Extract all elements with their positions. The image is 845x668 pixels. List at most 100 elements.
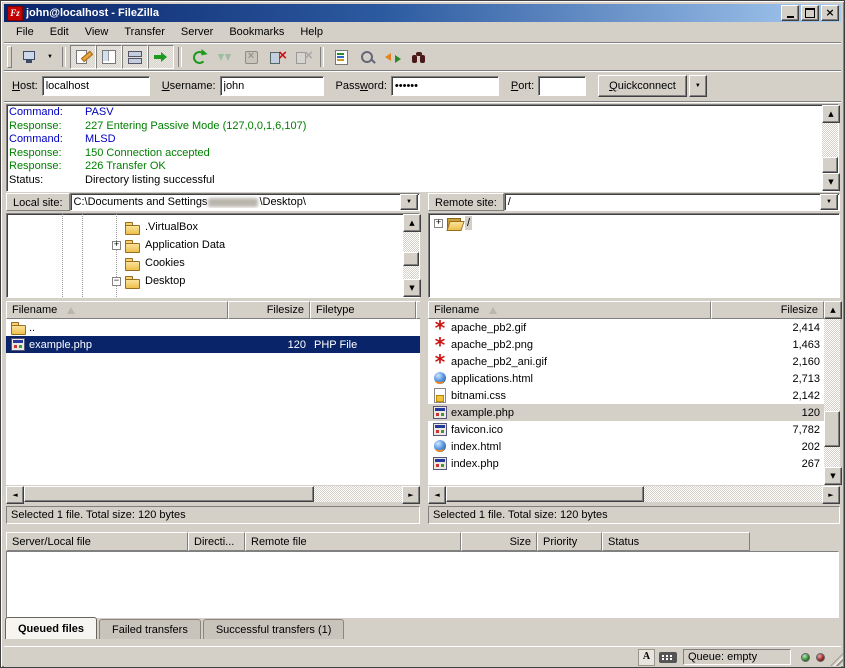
toggle-remote-tree-button[interactable] xyxy=(122,45,148,69)
scroll-right-icon[interactable]: ► xyxy=(822,486,840,504)
remote-file-row[interactable]: favicon.ico 7,782 xyxy=(428,421,824,438)
tree-expander[interactable] xyxy=(112,277,121,286)
maximize-button[interactable] xyxy=(801,5,819,21)
toggle-queue-button[interactable] xyxy=(148,45,174,69)
tree-item[interactable]: Cookies xyxy=(7,254,403,272)
queue-column-header[interactable]: Priority xyxy=(537,532,602,551)
scroll-thumb[interactable] xyxy=(822,157,838,173)
scroll-thumb[interactable] xyxy=(446,486,644,502)
tree-item-label: .VirtualBox xyxy=(143,220,200,234)
window-title: john@localhost - FileZilla xyxy=(26,7,779,19)
tree-item[interactable]: / xyxy=(429,214,839,232)
log-vertical-scrollbar[interactable]: ▲ ▼ xyxy=(822,105,838,191)
scroll-up-icon[interactable]: ▲ xyxy=(822,105,840,123)
username-input[interactable] xyxy=(220,76,324,96)
queue-tab[interactable]: Failed transfers xyxy=(99,619,201,639)
scroll-thumb[interactable] xyxy=(824,411,840,447)
cancel-operation-button[interactable] xyxy=(238,45,264,69)
scroll-thumb[interactable] xyxy=(24,486,314,502)
remote-file-row[interactable]: index.php 267 xyxy=(428,455,824,472)
remote-list-vertical-scrollbar[interactable]: ▲ ▼ xyxy=(824,301,840,485)
tree-item[interactable]: Desktop xyxy=(7,272,403,290)
host-input[interactable] xyxy=(42,76,150,96)
queue-column-header[interactable]: Server/Local file xyxy=(6,532,188,551)
local-tree-vertical-scrollbar[interactable]: ▲ ▼ xyxy=(403,214,419,297)
scroll-right-icon[interactable]: ► xyxy=(402,486,420,504)
queue-column-header[interactable]: Directi... xyxy=(188,532,245,551)
queue-tab[interactable]: Successful transfers (1) xyxy=(203,619,345,639)
local-horizontal-scrollbar[interactable]: ◄ ► xyxy=(6,486,420,502)
toolbar-grip[interactable] xyxy=(7,46,12,68)
scroll-thumb[interactable] xyxy=(403,252,419,266)
menu-item[interactable]: File xyxy=(8,24,42,40)
reconnect-button[interactable] xyxy=(290,45,316,69)
site-manager-button[interactable] xyxy=(16,45,42,69)
toggle-local-tree-button[interactable] xyxy=(96,45,122,69)
find-files-button[interactable] xyxy=(406,45,432,69)
remote-file-row[interactable]: example.php 120 xyxy=(428,404,824,421)
remote-file-row[interactable]: index.html 202 xyxy=(428,438,824,455)
remote-file-row[interactable]: bitnami.css 2,142 xyxy=(428,387,824,404)
password-label: Password: xyxy=(336,80,387,92)
file-name: index.html xyxy=(451,441,501,453)
password-input[interactable] xyxy=(391,76,499,96)
menu-item[interactable]: Bookmarks xyxy=(221,24,292,40)
site-manager-dropdown-button[interactable]: ▼ xyxy=(42,45,58,69)
column-header[interactable]: Filename xyxy=(428,301,711,319)
scroll-left-icon[interactable]: ◄ xyxy=(428,486,446,504)
local-site-combo[interactable]: C:\Documents and Settings\Desktop\ ▼ xyxy=(70,193,420,211)
remote-horizontal-scrollbar[interactable]: ◄ ► xyxy=(428,486,840,502)
minimize-button[interactable] xyxy=(781,5,799,21)
column-header[interactable]: L xyxy=(416,301,420,319)
local-site-dropdown-button[interactable]: ▼ xyxy=(400,194,418,210)
remote-site-combo[interactable]: / ▼ xyxy=(504,193,840,211)
process-queue-button[interactable] xyxy=(212,45,238,69)
menu-item[interactable]: View xyxy=(77,24,117,40)
remote-file-row[interactable]: applications.html 2,713 xyxy=(428,370,824,387)
menu-item[interactable]: Help xyxy=(292,24,331,40)
remote-site-dropdown-button[interactable]: ▼ xyxy=(820,194,838,210)
menu-item[interactable]: Edit xyxy=(42,24,77,40)
queue-column-header[interactable]: Remote file xyxy=(245,532,461,551)
scroll-up-icon[interactable]: ▲ xyxy=(403,214,421,232)
local-file-row[interactable]: .. xyxy=(6,319,420,336)
queue-size-indicator: Queue: empty xyxy=(683,649,791,665)
menu-item[interactable]: Server xyxy=(173,24,221,40)
tree-expander[interactable] xyxy=(112,241,121,250)
queue-tab[interactable]: Queued files xyxy=(5,617,97,639)
toggle-message-log-button[interactable] xyxy=(70,45,96,69)
speed-limits-icon[interactable] xyxy=(659,652,677,663)
scroll-up-icon[interactable]: ▲ xyxy=(824,301,842,319)
local-file-row[interactable]: example.php 120 PHP File 1 xyxy=(6,336,420,353)
queue-column-header[interactable]: Status xyxy=(602,532,750,551)
column-header[interactable]: Filetype xyxy=(310,301,416,319)
port-input[interactable] xyxy=(538,76,586,96)
close-button[interactable]: × xyxy=(821,5,839,21)
column-header[interactable]: Filesize xyxy=(711,301,824,319)
queue-list[interactable] xyxy=(6,551,839,618)
menu-item[interactable]: Transfer xyxy=(116,24,173,40)
file-size: 120 xyxy=(711,407,824,419)
disconnect-button[interactable] xyxy=(264,45,290,69)
directory-filters-button[interactable] xyxy=(328,45,354,69)
scroll-down-icon[interactable]: ▼ xyxy=(822,173,840,191)
scroll-down-icon[interactable]: ▼ xyxy=(403,279,421,297)
file-size: 2,414 xyxy=(711,322,824,334)
quickconnect-dropdown-button[interactable]: ▼ xyxy=(689,75,707,97)
tree-item[interactable]: Application Data xyxy=(7,236,403,254)
remote-file-row[interactable]: apache_pb2_ani.gif 2,160 xyxy=(428,353,824,370)
refresh-button[interactable] xyxy=(186,45,212,69)
scroll-down-icon[interactable]: ▼ xyxy=(824,467,842,485)
scroll-left-icon[interactable]: ◄ xyxy=(6,486,24,504)
directory-comparison-button[interactable] xyxy=(354,45,380,69)
column-header[interactable]: Filename xyxy=(6,301,228,319)
synchronized-browsing-button[interactable] xyxy=(380,45,406,69)
tree-item[interactable]: .VirtualBox xyxy=(7,218,403,236)
remote-file-row[interactable]: apache_pb2.gif 2,414 xyxy=(428,319,824,336)
queue-column-header[interactable]: Size xyxy=(461,532,537,551)
quickconnect-button[interactable]: Quickconnect xyxy=(598,75,687,97)
transfer-type-indicator-icon[interactable]: A xyxy=(638,649,655,666)
column-header[interactable]: Filesize xyxy=(228,301,310,319)
remote-file-row[interactable]: apache_pb2.png 1,463 xyxy=(428,336,824,353)
tree-expander[interactable] xyxy=(434,219,443,228)
